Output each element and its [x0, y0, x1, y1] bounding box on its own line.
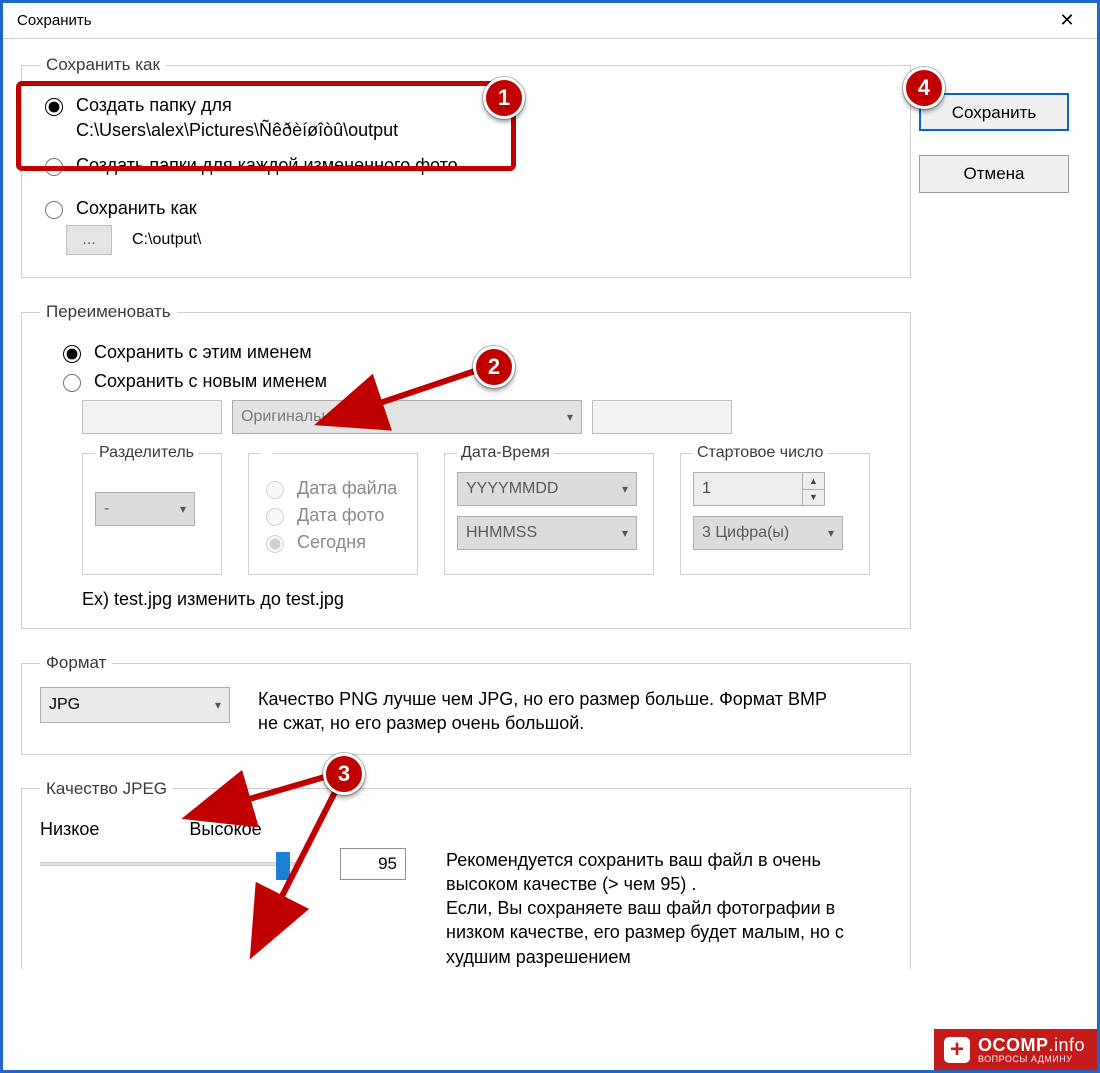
spin-up-icon[interactable]: ▲ — [803, 473, 824, 490]
quality-slider[interactable] — [40, 848, 300, 888]
radio-file-date-label: Дата файла — [297, 478, 397, 499]
radio-keep-name-label: Сохранить с этим именем — [94, 342, 312, 363]
separator-group: Разделитель - ▾ — [82, 444, 222, 575]
watermark-tagline: ВОПРОСЫ АДМИНУ — [978, 1054, 1085, 1064]
time-format-value: HHMMSS — [466, 524, 537, 542]
browse-button[interactable]: ... — [66, 225, 112, 255]
start-number-group: Стартовое число 1 ▲▼ 3 Цифра(ы) ▾ — [680, 444, 870, 575]
radio-file-date[interactable] — [266, 481, 284, 499]
plus-icon: + — [944, 1037, 970, 1063]
save-as-path: C:\output\ — [132, 231, 201, 249]
radio-folder-per-photo-label: Создать папки для каждой измененного фот… — [76, 155, 458, 176]
start-number-legend: Стартовое число — [693, 444, 827, 462]
format-value: JPG — [49, 696, 80, 714]
window-title: Сохранить — [17, 12, 92, 29]
quality-note: Рекомендуется сохранить ваш файл в очень… — [446, 848, 886, 969]
radio-today-label: Сегодня — [297, 532, 366, 553]
radio-photo-date-label: Дата фото — [297, 505, 384, 526]
radio-folder-per-photo[interactable] — [45, 158, 63, 176]
quality-legend: Качество JPEG — [40, 779, 173, 799]
slider-track — [40, 862, 300, 866]
start-number-spinner[interactable]: 1 ▲▼ — [693, 472, 825, 506]
rename-legend: Переименовать — [40, 302, 177, 322]
radio-create-folder[interactable] — [45, 98, 63, 116]
separator-select[interactable]: - ▾ — [95, 492, 195, 526]
rename-example: Ex) test.jpg изменить до test.jpg — [82, 589, 892, 610]
suffix-input[interactable] — [592, 400, 732, 434]
save-button[interactable]: Сохранить — [919, 93, 1069, 131]
format-group: Формат JPG ▾ Качество PNG лучше чем JPG,… — [21, 653, 911, 755]
radio-new-name[interactable] — [63, 374, 81, 392]
datetime-format-group: Дата-Время YYYYMMDD ▾ HHMMSS ▾ — [444, 444, 654, 575]
format-note: Качество PNG лучше чем JPG, но его разме… — [258, 687, 828, 736]
radio-today[interactable] — [266, 535, 284, 553]
datetime-legend: Дата-Время — [457, 444, 554, 462]
radio-save-as[interactable] — [45, 201, 63, 219]
date-source-group: . Дата файла Дата фото Сегодня — [248, 444, 418, 575]
radio-keep-name[interactable] — [63, 345, 81, 363]
save-as-legend: Сохранить как — [40, 55, 166, 75]
format-legend: Формат — [40, 653, 112, 673]
prefix-input[interactable] — [82, 400, 222, 434]
chevron-down-icon: ▾ — [622, 482, 628, 496]
close-icon[interactable]: ✕ — [1047, 10, 1087, 31]
spin-down-icon[interactable]: ▼ — [803, 490, 824, 506]
name-part-select[interactable]: Оригинальное имя ▾ — [232, 400, 582, 434]
rename-group: Переименовать Сохранить с этим именем Со… — [21, 302, 911, 629]
quality-value-input[interactable] — [340, 848, 406, 880]
radio-new-name-label: Сохранить с новым именем — [94, 371, 327, 392]
watermark-suffix: .info — [1048, 1035, 1085, 1055]
chevron-down-icon: ▾ — [567, 410, 573, 424]
chevron-down-icon: ▾ — [828, 526, 834, 540]
radio-create-folder-label: Создать папку для — [76, 95, 232, 116]
date-format-value: YYYYMMDD — [466, 480, 558, 498]
quality-high-label: Высокое — [189, 819, 261, 840]
quality-group: Качество JPEG Низкое Высокое Рекомендует… — [21, 779, 911, 969]
chevron-down-icon: ▾ — [180, 502, 186, 516]
save-dialog: Сохранить ✕ Сохранить Отмена Сохранить к… — [0, 0, 1100, 1073]
date-format-select[interactable]: YYYYMMDD ▾ — [457, 472, 637, 506]
watermark-brand: OCOMP — [978, 1035, 1049, 1055]
digits-select[interactable]: 3 Цифра(ы) ▾ — [693, 516, 843, 550]
digits-value: 3 Цифра(ы) — [702, 524, 789, 542]
radio-save-as-label: Сохранить как — [76, 198, 197, 219]
slider-thumb[interactable] — [276, 852, 290, 880]
format-select[interactable]: JPG ▾ — [40, 687, 230, 723]
output-path: C:\Users\alex\Pictures\Ñêðèíøîòû\output — [76, 120, 892, 141]
separator-value: - — [104, 500, 109, 518]
chevron-down-icon: ▾ — [622, 526, 628, 540]
separator-legend: Разделитель — [95, 444, 198, 462]
radio-photo-date[interactable] — [266, 508, 284, 526]
save-as-group: Сохранить как Создать папку для C:\Users… — [21, 55, 911, 278]
name-part-select-value: Оригинальное имя — [241, 408, 381, 426]
start-number-value: 1 — [694, 473, 802, 505]
time-format-select[interactable]: HHMMSS ▾ — [457, 516, 637, 550]
cancel-button[interactable]: Отмена — [919, 155, 1069, 193]
quality-low-label: Низкое — [40, 819, 99, 840]
watermark: + OCOMP.info ВОПРОСЫ АДМИНУ — [934, 1029, 1097, 1070]
title-bar: Сохранить ✕ — [3, 3, 1097, 39]
chevron-down-icon: ▾ — [215, 698, 221, 712]
